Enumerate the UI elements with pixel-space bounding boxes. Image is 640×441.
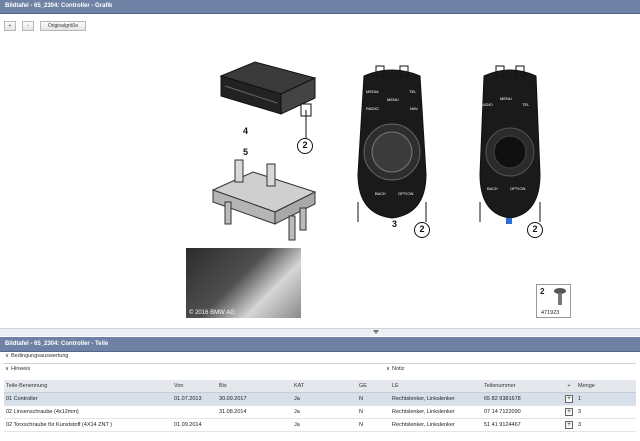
cell-von	[172, 405, 217, 419]
screw-icon	[554, 288, 566, 305]
cell-le: Rechtslenker, Linkslenker	[390, 392, 482, 406]
parts-panel-title: Bildtafel - 65_2304: Controller - Teile	[5, 341, 109, 347]
cell-menge: 1	[576, 392, 636, 406]
notiz-label: Notiz	[392, 366, 405, 372]
cell-add: +	[560, 392, 576, 406]
callout-screw-3: 2	[527, 222, 543, 238]
button-menu: MENU	[387, 97, 399, 102]
col-header[interactable]: Teile-Benennung	[4, 380, 172, 393]
bedingung-label: Bedingungsauswertung	[11, 353, 69, 359]
hinweis-label: Hinweis	[11, 366, 31, 372]
screw-thumbnail[interactable]: 2 471923	[536, 284, 571, 318]
zoom-out-button[interactable]: -	[22, 21, 34, 31]
graphic-panel-title: Bildtafel - 65_2304: Controller - Grafik	[5, 3, 113, 9]
thumb-callout: 2	[540, 287, 545, 296]
add-to-cart-icon[interactable]: +	[565, 420, 573, 429]
parts-table: Teile-Benennung Von Bis KAT GE LE Teilen…	[4, 380, 636, 432]
cell-name: 01 Controller	[4, 392, 172, 406]
col-header[interactable]: Teilenummer	[482, 380, 560, 393]
cell-le: Rechtslenker, Linkslenker	[390, 405, 482, 419]
cell-name: 02 Linsenschraube (4x12mm)	[4, 405, 172, 419]
col-header[interactable]: LE	[390, 380, 482, 393]
notiz-section[interactable]: ∨ Notiz	[386, 366, 640, 377]
controller-right-drawing	[479, 65, 541, 224]
col-header[interactable]: Von	[172, 380, 217, 393]
graphic-toolbar: + - Originalgröße	[0, 15, 640, 34]
col-header[interactable]: Menge	[576, 380, 636, 393]
photo-copyright: © 2016 BMW AG	[189, 310, 235, 316]
table-row[interactable]: 01 Controller 01.07.2013 30.09.2017 Ja N…	[4, 392, 636, 406]
callout-module: 4	[243, 126, 249, 136]
cell-bis	[217, 418, 292, 432]
cell-kat: Ja	[292, 405, 357, 419]
button-media: MEDIA	[366, 89, 379, 94]
installation-photo: © 2016 BMW AG	[186, 248, 301, 318]
add-to-cart-icon[interactable]: +	[565, 394, 573, 403]
button-audio: AUDIO	[480, 102, 493, 107]
cell-von: 01.07.2013	[172, 392, 217, 406]
button-option: OPTION	[398, 191, 414, 196]
cell-ge: N	[357, 392, 390, 406]
button-back: BACK	[375, 191, 386, 196]
cell-kat: Ja	[292, 392, 357, 406]
bracket-drawing	[211, 159, 317, 241]
thumb-part-id: 471923	[541, 310, 560, 316]
collapse-arrow-icon[interactable]	[373, 330, 379, 334]
table-row[interactable]: 02 Linsenschraube (4x12mm) 31.08.2014 Ja…	[4, 405, 636, 419]
cell-part-number: 07 14 7122090	[482, 405, 560, 419]
panel-splitter[interactable]	[0, 328, 640, 336]
cell-part-number: 65 82 9381678	[482, 392, 560, 406]
button-back-right: BACK	[487, 186, 498, 191]
button-option-right: OPTION	[510, 186, 526, 191]
cell-ge: N	[357, 405, 390, 419]
button-nav: NAV	[410, 106, 418, 111]
col-header[interactable]: +	[560, 380, 576, 393]
col-header[interactable]: KAT	[292, 380, 357, 393]
table-row[interactable]: 02 Torxschraube für Kunststoff (4X14 ZNT…	[4, 418, 636, 432]
parts-graphic[interactable]: 4 2 5 MEDIA TEL MENU RADIO NAV BACK OPTI…	[0, 34, 640, 328]
original-size-button[interactable]: Originalgröße	[40, 21, 86, 31]
col-header[interactable]: Bis	[217, 380, 292, 393]
cell-ge: N	[357, 418, 390, 432]
cell-kat: Ja	[292, 418, 357, 432]
divider	[4, 363, 636, 364]
button-menu-right: MENU	[500, 96, 512, 101]
parts-panel-titlebar: Bildtafel - 65_2304: Controller - Teile	[0, 337, 640, 352]
zoom-in-button[interactable]: +	[4, 21, 16, 31]
cell-von: 01.09.2014	[172, 418, 217, 432]
button-tel-right: TEL	[522, 102, 530, 107]
callout-screw-2: 2	[414, 222, 430, 238]
cell-bis: 31.08.2014	[217, 405, 292, 419]
cell-name: 02 Torxschraube für Kunststoff (4X14 ZNT…	[4, 418, 172, 432]
callout-controller: 3	[392, 219, 398, 229]
cell-bis: 30.09.2017	[217, 392, 292, 406]
cell-le: Rechtslenker, Linkslenker	[390, 418, 482, 432]
add-to-cart-icon[interactable]: +	[565, 407, 573, 416]
table-header-row: Teile-Benennung Von Bis KAT GE LE Teilen…	[4, 380, 636, 393]
cell-add: +	[560, 418, 576, 432]
controller-left-drawing	[357, 65, 427, 222]
cell-menge: 3	[576, 418, 636, 432]
cell-add: +	[560, 405, 576, 419]
button-radio: RADIO	[366, 106, 379, 111]
graphic-panel-titlebar: Bildtafel - 65_2304: Controller - Grafik	[0, 0, 640, 14]
button-tel: TEL	[409, 89, 417, 94]
cell-menge: 3	[576, 405, 636, 419]
col-header[interactable]: GE	[357, 380, 390, 393]
cell-part-number: 51 41 9124467	[482, 418, 560, 432]
